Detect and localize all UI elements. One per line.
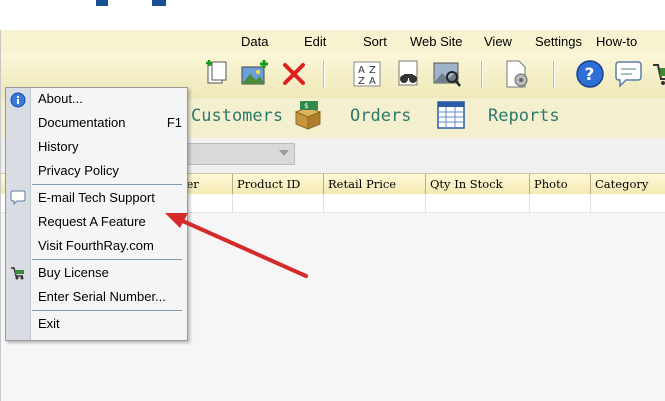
col-photo[interactable]: Photo <box>529 174 590 194</box>
menu-item-label: Buy License <box>38 265 109 280</box>
menu-item-buy-license[interactable]: Buy License <box>38 263 182 283</box>
image-search-icon[interactable] <box>432 59 462 89</box>
filter-combo[interactable] <box>181 143 295 165</box>
menu-item-email-tech-support[interactable]: E-mail Tech Support <box>38 188 182 208</box>
svg-text:Z: Z <box>369 65 376 76</box>
svg-text:A: A <box>358 65 365 76</box>
grid-cell-divider <box>529 194 530 212</box>
menu-edit[interactable]: Edit <box>304 34 326 49</box>
title-fragment <box>96 0 108 6</box>
image-add-icon[interactable] <box>239 59 269 89</box>
menu-item-label: History <box>38 139 79 154</box>
nav-orders[interactable]: Orders <box>350 106 411 126</box>
menu-item-label: Documentation <box>38 115 126 130</box>
menu-data[interactable]: Data <box>241 34 268 49</box>
menu-item-enter-serial[interactable]: Enter Serial Number... <box>38 287 182 307</box>
menu-item-label: E-mail Tech Support <box>38 190 155 205</box>
title-fragment <box>152 0 166 6</box>
menu-item-label: Visit FourthRay.com <box>38 238 154 253</box>
nav-customers[interactable]: Customers <box>191 106 283 126</box>
svg-text:A: A <box>369 76 376 87</box>
grid-cell-divider <box>590 194 591 212</box>
cart-icon <box>10 265 26 281</box>
svg-text:$: $ <box>304 102 308 110</box>
menu-separator <box>32 184 182 185</box>
menu-item-label: About... <box>38 91 83 106</box>
help-icon[interactable]: ? <box>575 59 605 89</box>
menu-sort[interactable]: Sort <box>363 34 387 49</box>
menu-item-visit-fourthray[interactable]: Visit FourthRay.com <box>38 236 182 256</box>
grid-cell-divider <box>323 194 324 212</box>
menu-item-exit[interactable]: Exit <box>38 314 182 334</box>
find-icon[interactable] <box>393 59 423 89</box>
toolbar-separator <box>323 61 325 89</box>
shopping-cart-icon[interactable] <box>651 59 665 89</box>
menu-item-label: Enter Serial Number... <box>38 289 166 304</box>
menu-web-site[interactable]: Web Site <box>410 34 463 49</box>
print-preview-icon[interactable] <box>501 59 531 89</box>
svg-text:?: ? <box>585 65 595 85</box>
new-record-icon[interactable] <box>201 59 231 89</box>
menu-bar: Data Edit Sort Web Site View Settings Ho… <box>1 30 665 52</box>
menu-item-request-feature[interactable]: Request A Feature <box>38 212 182 232</box>
grid-cell-divider <box>232 194 233 212</box>
menu-how-to[interactable]: How-to <box>596 34 637 49</box>
col-product-id[interactable]: Product ID <box>232 174 323 194</box>
delete-x-icon[interactable] <box>279 59 309 89</box>
nav-reports[interactable]: Reports <box>488 106 560 126</box>
col-retail-price[interactable]: Retail Price <box>323 174 425 194</box>
orders-box-icon: $ <box>292 100 324 130</box>
toolbar-separator <box>481 61 483 89</box>
menu-settings[interactable]: Settings <box>535 34 582 49</box>
info-icon <box>10 92 26 108</box>
menu-item-label: Exit <box>38 316 60 331</box>
menu-item-label: Request A Feature <box>38 214 146 229</box>
reports-icon <box>437 101 465 129</box>
col-qty-in-stock[interactable]: Qty In Stock <box>425 174 529 194</box>
menu-item-about[interactable]: About... <box>38 89 182 109</box>
app-window: Data Edit Sort Web Site View Settings Ho… <box>0 30 665 401</box>
menu-separator <box>32 259 182 260</box>
message-icon[interactable] <box>613 59 643 89</box>
svg-text:Z: Z <box>358 76 365 87</box>
title-strip <box>0 0 665 30</box>
chat-bubble-icon <box>10 190 26 206</box>
col-category[interactable]: Category <box>590 174 665 194</box>
menu-separator <box>32 310 182 311</box>
help-dropdown-menu: About... Documentation F1 History Privacy… <box>5 87 188 341</box>
sort-az-icon[interactable]: AZZA <box>352 59 382 89</box>
menu-item-documentation[interactable]: Documentation F1 <box>38 113 182 133</box>
menu-view[interactable]: View <box>484 34 512 49</box>
menu-item-history[interactable]: History <box>38 137 182 157</box>
menu-item-label: Privacy Policy <box>38 163 119 178</box>
menu-item-privacy-policy[interactable]: Privacy Policy <box>38 161 182 181</box>
chevron-down-icon <box>279 150 289 156</box>
grid-cell-divider <box>425 194 426 212</box>
toolbar-separator <box>553 61 555 89</box>
menu-item-shortcut: F1 <box>166 115 182 130</box>
menu-gutter <box>6 88 31 340</box>
